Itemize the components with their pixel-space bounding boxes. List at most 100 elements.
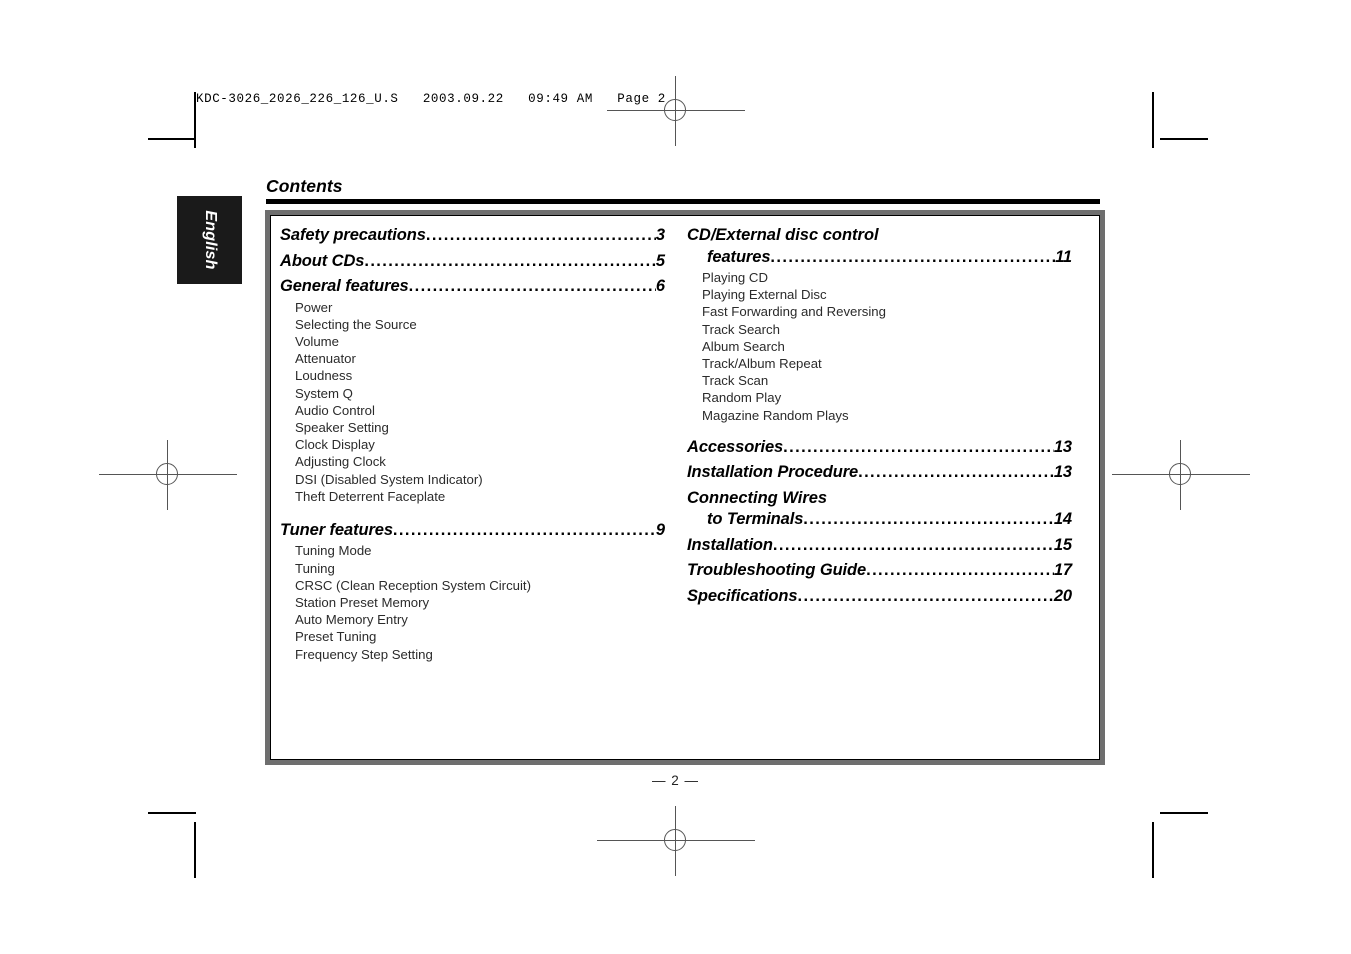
toc-leader-dots: ........................................…: [425, 227, 656, 243]
toc-subitem-preset-tuning[interactable]: Preset Tuning: [280, 628, 665, 645]
toc-subitem-playing-external-disc[interactable]: Playing External Disc: [687, 286, 1072, 303]
toc-entry-page: 15: [1053, 535, 1072, 554]
prepress-header-text: KDC-3026_2026_226_126_U.S 2003.09.22 09:…: [196, 92, 666, 106]
registration-mark-circle: [1169, 463, 1191, 485]
toc-subitem-selecting-the-source[interactable]: Selecting the Source: [280, 316, 665, 333]
toc-entry-page: 13: [1053, 463, 1072, 482]
toc-entry-specifications[interactable]: Specifications .........................…: [687, 588, 1072, 605]
language-tab-label: English: [201, 210, 219, 270]
contents-right-column: CD/External disc control features ......…: [687, 222, 1072, 753]
toc-entry-label: Installation Procedure: [687, 463, 859, 482]
toc-leader-dots: ........................................…: [364, 252, 656, 269]
toc-leader-dots: ........................................…: [797, 587, 1053, 604]
toc-entry-page: 17: [1053, 561, 1072, 580]
toc-subitem-album-search[interactable]: Album Search: [687, 338, 1072, 355]
toc-leader-dots: ........................................…: [408, 278, 656, 294]
toc-entry-page: 9: [655, 520, 665, 539]
page-number-footer: — 2 —: [651, 773, 699, 788]
toc-entry-general-features[interactable]: General features .......................…: [280, 278, 665, 295]
toc-subitem-speaker-setting[interactable]: Speaker Setting: [280, 419, 665, 436]
crop-mark-bottom-left-horizontal: [148, 812, 196, 814]
toc-sublist-cd-external-disc-control: Playing CD Playing External Disc Fast Fo…: [687, 269, 1072, 424]
registration-mark-circle: [664, 99, 686, 121]
toc-entry-label: Safety precautions: [280, 226, 426, 244]
toc-subitem-audio-control[interactable]: Audio Control: [280, 402, 665, 419]
toc-subitem-power[interactable]: Power: [280, 299, 665, 316]
contents-left-column: Safety precautions .....................…: [280, 222, 665, 753]
toc-entry-label: Accessories: [687, 437, 784, 456]
contents-frame-inner-border: Safety precautions .....................…: [270, 215, 1100, 760]
toc-entry-troubleshooting-guide[interactable]: Troubleshooting Guide ..................…: [687, 562, 1072, 579]
toc-subitem-station-preset-memory[interactable]: Station Preset Memory: [280, 594, 665, 611]
registration-mark-circle: [664, 829, 686, 851]
toc-entry-label-line2-row: to Terminals ...........................…: [687, 511, 1072, 528]
title-rule: [266, 199, 1100, 204]
toc-subitem-tuning[interactable]: Tuning: [280, 560, 665, 577]
toc-subitem-track-album-repeat[interactable]: Track/Album Repeat: [687, 355, 1072, 372]
toc-subitem-track-search[interactable]: Track Search: [687, 321, 1072, 338]
registration-mark-circle: [156, 463, 178, 485]
toc-entry-label-line2-row: features ...............................…: [687, 247, 1072, 266]
toc-entry-label: General features: [280, 277, 409, 295]
toc-subitem-loudness[interactable]: Loudness: [280, 367, 665, 384]
crop-mark-bottom-left-vertical: [194, 822, 196, 878]
toc-entry-label: Troubleshooting Guide: [687, 561, 867, 580]
toc-subitem-auto-memory-entry[interactable]: Auto Memory Entry: [280, 611, 665, 628]
toc-sublist-tuner-features: Tuning Mode Tuning CRSC (Clean Reception…: [280, 542, 665, 662]
registration-mark-bottom: [597, 806, 755, 876]
toc-entry-installation[interactable]: Installation ...........................…: [687, 537, 1072, 554]
toc-subitem-crsc[interactable]: CRSC (Clean Reception System Circuit): [280, 577, 665, 594]
toc-sublist-general-features: Power Selecting the Source Volume Attenu…: [280, 299, 665, 505]
toc-entry-page: 13: [1053, 437, 1072, 456]
registration-mark-left: [99, 440, 237, 510]
toc-entry-label: Tuner features: [280, 520, 393, 539]
crop-mark-top-right-horizontal: [1160, 138, 1208, 140]
toc-leader-dots: ........................................…: [772, 536, 1054, 553]
toc-subitem-clock-display[interactable]: Clock Display: [280, 436, 665, 453]
toc-leader-dots: ........................................…: [770, 248, 1055, 265]
toc-leader-dots: ........................................…: [803, 511, 1054, 528]
toc-entry-page: 5: [655, 251, 665, 270]
page-title: Contents: [266, 176, 343, 196]
toc-subitem-adjusting-clock[interactable]: Adjusting Clock: [280, 453, 665, 470]
toc-leader-dots: ........................................…: [866, 562, 1054, 579]
toc-subitem-tuning-mode[interactable]: Tuning Mode: [280, 542, 665, 559]
toc-entry-accessories[interactable]: Accessories ............................…: [687, 439, 1072, 456]
toc-leader-dots: ........................................…: [392, 521, 656, 538]
toc-entry-page: 3: [655, 226, 665, 244]
contents-frame: Safety precautions .....................…: [265, 210, 1105, 765]
toc-subitem-dsi[interactable]: DSI (Disabled System Indicator): [280, 471, 665, 488]
toc-entry-about-cds[interactable]: About CDs ..............................…: [280, 251, 665, 270]
crop-mark-bottom-right-vertical: [1152, 822, 1154, 878]
toc-subitem-fast-forwarding-and-reversing[interactable]: Fast Forwarding and Reversing: [687, 303, 1072, 320]
toc-leader-dots: ........................................…: [858, 464, 1054, 481]
registration-mark-right: [1112, 440, 1250, 510]
toc-entry-page: 11: [1055, 247, 1072, 266]
crop-mark-top-left-horizontal: [148, 138, 196, 140]
toc-subitem-attenuator[interactable]: Attenuator: [280, 350, 665, 367]
toc-subitem-magazine-random-plays[interactable]: Magazine Random Plays: [687, 407, 1072, 424]
toc-subitem-random-play[interactable]: Random Play: [687, 389, 1072, 406]
toc-subitem-volume[interactable]: Volume: [280, 333, 665, 350]
toc-entry-label-line2: features: [707, 247, 771, 266]
toc-entry-label-line1: CD/External disc control: [687, 226, 879, 244]
toc-entry-label-line1: Connecting Wires: [687, 488, 828, 507]
toc-entry-label: About CDs: [280, 251, 365, 270]
toc-entry-cd-external-disc-control[interactable]: CD/External disc control features ......…: [687, 227, 1072, 265]
toc-subitem-frequency-step-setting[interactable]: Frequency Step Setting: [280, 646, 665, 663]
toc-entry-page: 20: [1053, 586, 1072, 605]
toc-entry-label: Installation: [687, 535, 773, 554]
toc-entry-page: 6: [655, 277, 665, 295]
toc-entry-connecting-wires-to-terminals[interactable]: Connecting Wires to Terminals ..........…: [687, 490, 1072, 528]
toc-subitem-track-scan[interactable]: Track Scan: [687, 372, 1072, 389]
toc-subitem-theft-deterrent-faceplate[interactable]: Theft Deterrent Faceplate: [280, 488, 665, 505]
language-tab: English: [177, 196, 242, 284]
crop-mark-top-right-vertical: [1152, 92, 1154, 148]
toc-entry-label-line2: to Terminals: [707, 510, 804, 529]
toc-entry-page: 14: [1053, 510, 1072, 529]
toc-entry-installation-procedure[interactable]: Installation Procedure .................…: [687, 464, 1072, 481]
toc-subitem-playing-cd[interactable]: Playing CD: [687, 269, 1072, 286]
toc-entry-tuner-features[interactable]: Tuner features .........................…: [280, 522, 665, 539]
toc-subitem-system-q[interactable]: System Q: [280, 385, 665, 402]
toc-entry-safety-precautions[interactable]: Safety precautions .....................…: [280, 227, 665, 244]
